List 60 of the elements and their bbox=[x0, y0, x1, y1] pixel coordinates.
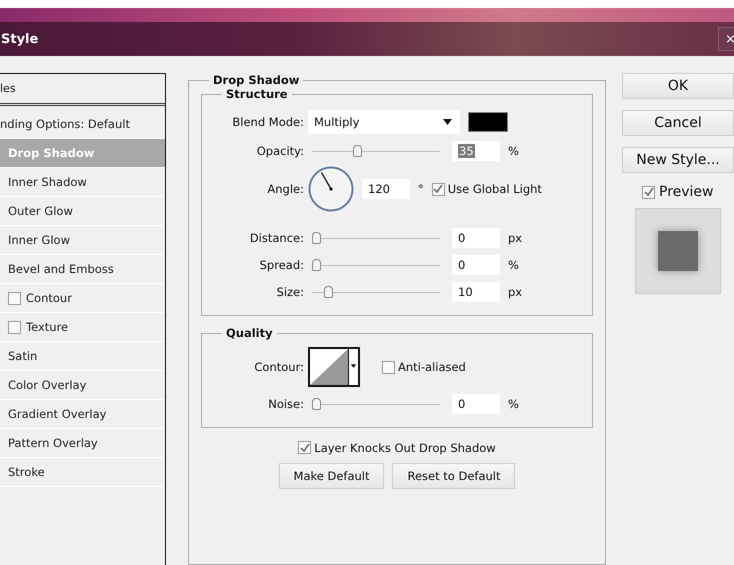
value-field[interactable]: 35 bbox=[452, 140, 500, 160]
caret-icon bbox=[443, 119, 452, 125]
unit-label: px bbox=[508, 230, 522, 244]
group-title: Drop Shadow bbox=[212, 73, 300, 87]
unit-label: % bbox=[508, 258, 519, 272]
field-label: Angle: bbox=[266, 182, 305, 196]
value-field[interactable]: 0 bbox=[452, 254, 500, 274]
angle-dial[interactable] bbox=[308, 166, 354, 212]
contour-curve-icon bbox=[310, 349, 348, 385]
slider[interactable] bbox=[310, 144, 440, 156]
default-button[interactable]: Make Default bbox=[278, 463, 384, 489]
blend-mode-dropdown[interactable]: Multiply bbox=[308, 110, 460, 134]
slider[interactable] bbox=[310, 398, 440, 410]
close-button[interactable]: × bbox=[718, 27, 734, 51]
slider-thumb[interactable] bbox=[312, 232, 321, 244]
slider-thumb[interactable] bbox=[353, 144, 362, 156]
slider-thumb[interactable] bbox=[324, 286, 333, 298]
angle-field[interactable]: 120 bbox=[362, 179, 410, 199]
contour-picker[interactable] bbox=[308, 347, 360, 387]
slider-label: Distance: bbox=[248, 230, 305, 244]
slider[interactable] bbox=[310, 232, 440, 244]
value-field[interactable]: 0 bbox=[452, 394, 500, 414]
group-title: Quality bbox=[225, 326, 274, 340]
window-title: Style bbox=[1, 32, 38, 46]
slider-thumb[interactable] bbox=[312, 398, 321, 410]
style-label: Contour bbox=[26, 291, 72, 305]
checkbox[interactable] bbox=[382, 360, 395, 374]
checkbox[interactable] bbox=[8, 292, 21, 304]
field-label: Blend Mode: bbox=[231, 115, 305, 129]
field-label: Contour: bbox=[253, 360, 305, 374]
slider-label: Spread: bbox=[258, 258, 305, 272]
checkbox[interactable] bbox=[432, 182, 445, 196]
dialog-button[interactable]: OK bbox=[622, 73, 734, 99]
slider-label: Opacity: bbox=[256, 144, 305, 158]
checkbox[interactable] bbox=[642, 186, 655, 198]
slider[interactable] bbox=[310, 258, 440, 270]
checkbox-label: Use Global Light bbox=[448, 182, 542, 196]
checkbox-label: Preview bbox=[659, 184, 714, 200]
checkbox[interactable] bbox=[8, 320, 21, 334]
slider-label: Size: bbox=[276, 284, 305, 298]
color-swatch[interactable] bbox=[468, 112, 508, 132]
dialog-button[interactable]: New Style... bbox=[622, 147, 734, 173]
group-title: Structure bbox=[225, 87, 289, 101]
slider-label: Noise: bbox=[267, 396, 305, 410]
checkbox-label: Layer Knocks Out Drop Shadow bbox=[314, 440, 496, 454]
checkbox[interactable] bbox=[298, 441, 312, 454]
slider[interactable] bbox=[310, 286, 440, 298]
value-field[interactable]: 0 bbox=[452, 228, 500, 248]
slider-thumb[interactable] bbox=[312, 258, 321, 270]
list-header: les bbox=[0, 74, 165, 106]
caret-icon bbox=[348, 349, 358, 385]
value-field[interactable]: 10 bbox=[452, 282, 500, 302]
degree-label: ° bbox=[418, 182, 424, 196]
unit-label: px bbox=[508, 284, 522, 298]
checkbox-label: Anti-aliased bbox=[398, 360, 466, 374]
unit-label: % bbox=[508, 396, 519, 410]
unit-label: % bbox=[508, 144, 519, 158]
default-button[interactable]: Reset to Default bbox=[392, 463, 516, 489]
dialog-button[interactable]: Cancel bbox=[622, 110, 734, 136]
style-label: Texture bbox=[26, 320, 68, 334]
